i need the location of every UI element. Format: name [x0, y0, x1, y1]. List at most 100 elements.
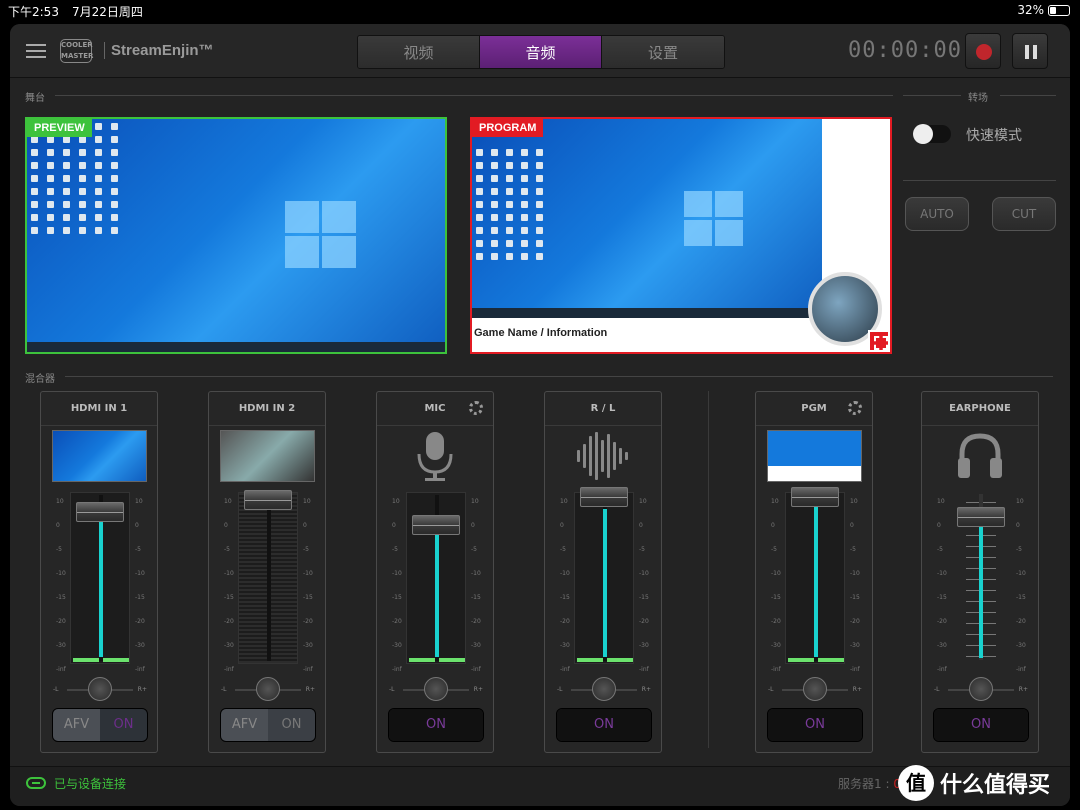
windows-logo-icon	[684, 191, 743, 246]
volume-fader[interactable]	[957, 507, 1005, 527]
volume-fader[interactable]	[412, 515, 460, 535]
db-scale-right: 10 0 -5 -10 -15 -20 -30 -inf	[850, 498, 860, 673]
db-scale-left: 10 0 -5 -10 -15 -20 -30 -inf	[560, 498, 570, 673]
channel-strip-rl: R / L 10 0 -5 -10 -15 -20 -30 -inf 10 0 -5 -10 -15-…	[544, 391, 662, 753]
connection-status: 已与设备连接	[54, 777, 127, 791]
pause-button[interactable]	[1012, 33, 1048, 69]
pause-icon	[1025, 45, 1029, 59]
tab-video[interactable]: 视频	[358, 36, 480, 68]
microphone-icon	[377, 430, 493, 482]
on-button[interactable]: ON	[268, 709, 315, 741]
hdmi2-thumbnail	[220, 430, 315, 482]
db-scale-left: 10 0 -5 -10 -15 -20 -30 -inf	[392, 498, 402, 673]
gear-icon[interactable]	[469, 401, 483, 415]
volume-fader[interactable]	[580, 487, 628, 507]
desktop-icons	[476, 149, 543, 260]
app-window: COOLER MASTER StreamEnjin™ 视频 音频 设置 00:00…	[10, 24, 1070, 806]
db-scale-left: 10 0 -5 -10 -15 -20 -30 -inf	[771, 498, 781, 673]
db-scale-right: 10 0 -5 -10 -15 -20 -30 -inf	[135, 498, 145, 673]
pan-knob[interactable]	[88, 677, 112, 701]
battery-icon	[1048, 4, 1070, 16]
status-time: 下午2:53	[8, 5, 59, 19]
on-button[interactable]: ON	[557, 709, 651, 741]
ios-status-bar: 下午2:53 7月22日周四 32%	[0, 0, 1080, 22]
channel-buttons: AFV ON	[52, 708, 148, 742]
channel-strip-earphone: EARPHONE 10 0 -5 -10 -15 -20 -30 -inf 10 0 -5 -10-…	[921, 391, 1039, 753]
channel-name: HDMI IN 1	[41, 392, 157, 426]
volume-fader[interactable]	[76, 502, 124, 522]
cut-button[interactable]: CUT	[992, 197, 1056, 231]
channel-strip-pgm: PGM 10 0 -5 -10 -15 -20 -30 -inf 10 0 -5 -10 -15 -20…	[755, 391, 873, 753]
app-brand: StreamEnjin™	[104, 42, 214, 59]
headphone-icon	[922, 430, 1038, 482]
channel-buttons: ON	[933, 708, 1029, 742]
db-scale-left: 10 0 -5 -10 -15 -20 -30 -inf	[56, 498, 66, 673]
record-icon	[976, 44, 992, 60]
db-scale-left: 10 0 -5 -10 -15 -20 -30 -inf	[224, 498, 234, 673]
preview-desktop-image	[27, 119, 445, 352]
channel-name: HDMI IN 2	[209, 392, 325, 426]
pan-knob[interactable]	[424, 677, 448, 701]
db-scale-right: 10 0 -5 -10 -15 -20 -30 -inf	[1016, 498, 1026, 673]
watermark-logo: 值	[898, 765, 934, 801]
program-desktop-image	[472, 119, 822, 318]
db-scale-left: 10 0 -5 -10 -15 -20 -30 -inf	[937, 498, 947, 673]
battery-indicator: 32%	[1017, 3, 1070, 17]
on-button[interactable]: ON	[100, 709, 147, 741]
record-button[interactable]	[965, 33, 1001, 69]
transition-label: 转场	[968, 93, 988, 104]
menu-icon[interactable]	[26, 44, 46, 58]
hdmi1-thumbnail	[52, 430, 147, 482]
windows-logo-icon	[285, 201, 356, 268]
on-button[interactable]: ON	[389, 709, 483, 741]
auto-button[interactable]: AUTO	[905, 197, 969, 231]
afv-button[interactable]: AFV	[53, 709, 100, 741]
volume-fader[interactable]	[791, 487, 839, 507]
stage-label: 舞台	[25, 93, 45, 104]
top-toolbar: COOLER MASTER StreamEnjin™ 视频 音频 设置 00:00…	[10, 24, 1070, 78]
level-meter	[785, 492, 845, 664]
channel-buttons: ON	[388, 708, 484, 742]
channel-name: EARPHONE	[922, 392, 1038, 426]
game-info-bar: Game Name / Information	[472, 318, 802, 352]
tab-audio[interactable]: 音频	[480, 36, 602, 68]
quick-mode-toggle[interactable]	[913, 124, 951, 144]
battery-percent: 32%	[1017, 3, 1044, 17]
pan-knob[interactable]	[256, 677, 280, 701]
channel-strip-hdmi2: HDMI IN 2 10 0 -5 -10 -15 -20 -30 -inf 10 0 -5 -10…	[208, 391, 326, 753]
db-scale-right: 10 0 -5 -10 -15 -20 -30 -inf	[303, 498, 313, 673]
watermark-text: 什么值得买	[940, 773, 1051, 798]
pan-knob[interactable]	[803, 677, 827, 701]
mixer-label: 混合器	[25, 374, 55, 385]
tab-settings[interactable]: 设置	[602, 36, 724, 68]
preview-monitor[interactable]: PREVIEW	[25, 117, 447, 354]
afv-button[interactable]: AFV	[221, 709, 268, 741]
channel-buttons: ON	[767, 708, 863, 742]
mixer-divider	[708, 391, 709, 748]
channel-strip-mic: MIC 10 0 -5 -10 -15 -20 -30 -inf 10 0 -5 -10 -15 -20…	[376, 391, 494, 753]
gear-icon[interactable]	[848, 401, 862, 415]
waveform-icon	[545, 430, 661, 482]
watermark: 值 什么值得买	[898, 758, 1080, 808]
on-button[interactable]: ON	[934, 709, 1028, 741]
pan-knob[interactable]	[592, 677, 616, 701]
volume-fader[interactable]	[244, 490, 292, 510]
channel-strip-hdmi1: HDMI IN 1 10 0 -5 -10 -15 -20 -30 -inf 10 0 -5 -10…	[40, 391, 158, 753]
channel-buttons: ON	[556, 708, 652, 742]
level-meter	[238, 492, 298, 664]
channel-name: R / L	[545, 392, 661, 426]
status-date: 7月22日周四	[72, 5, 143, 19]
on-button[interactable]: ON	[768, 709, 862, 741]
db-scale-right: 10 0 -5 -10 -15 -20 -30 -inf	[639, 498, 649, 673]
mode-tabs: 视频 音频 设置	[357, 35, 725, 69]
program-monitor[interactable]: Game Name / Information PROGRAM	[470, 117, 892, 354]
level-meter	[574, 492, 634, 664]
link-icon	[26, 777, 46, 789]
channel-buttons: AFV ON	[220, 708, 316, 742]
fullscreen-icon[interactable]	[868, 330, 890, 352]
stream-timer: 00:00:00	[848, 38, 962, 63]
pgm-thumbnail	[767, 430, 862, 482]
quick-mode-label: 快速模式	[966, 128, 1022, 144]
pan-knob[interactable]	[969, 677, 993, 701]
db-scale-right: 10 0 -5 -10 -15 -20 -30 -inf	[471, 498, 481, 673]
